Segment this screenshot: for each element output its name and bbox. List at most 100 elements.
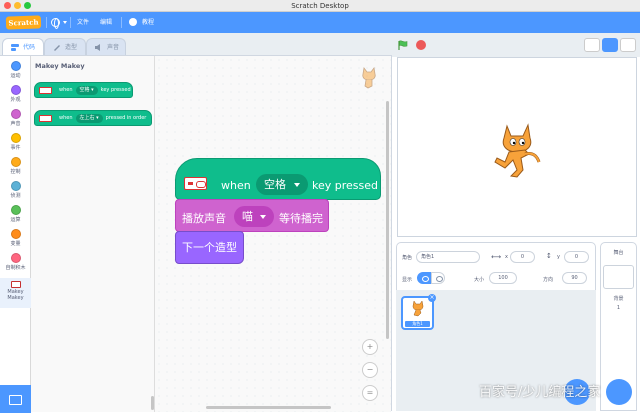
block-text: 等待播完 (279, 212, 323, 225)
block-text: when (59, 87, 73, 93)
sprite-name-input[interactable]: 角色1 (416, 251, 480, 263)
sprite-tile[interactable]: 角色1 × (401, 294, 436, 330)
category-label: Makey Makey (7, 289, 24, 301)
category-label: 声音 (10, 121, 21, 127)
menu-tutorials[interactable]: 教程 (142, 12, 154, 33)
category-sensing[interactable]: 侦测 (0, 178, 31, 202)
lightbulb-icon[interactable] (129, 18, 137, 26)
category-label: 运算 (10, 217, 21, 223)
large-stage-button[interactable] (602, 38, 618, 52)
menu-file[interactable]: 文件 (77, 12, 89, 33)
palette-block-when-pressed-in-order[interactable]: when 左上右 ▾ pressed in order (34, 110, 152, 126)
category-operators[interactable]: 运算 (0, 202, 31, 226)
menu-divider (70, 17, 71, 28)
green-flag-icon[interactable] (398, 40, 408, 50)
category-label: 外观 (10, 97, 21, 103)
zoom-reset-button[interactable]: = (362, 385, 378, 401)
key-dropdown[interactable]: 空格 (256, 174, 308, 195)
small-stage-button[interactable] (584, 38, 600, 52)
key-dropdown[interactable]: 空格 ▾ (75, 86, 98, 95)
minimize-window-button[interactable] (14, 2, 21, 9)
sprite-thumbnail (412, 300, 424, 317)
makey-makey-icon (39, 87, 52, 94)
direction-input[interactable]: 90 (562, 272, 587, 284)
sprite-tile-label: 角色1 (405, 321, 430, 327)
sprite-name-label: 角色 (402, 255, 413, 261)
scratch-cat-sprite[interactable] (491, 118, 543, 178)
menu-divider (46, 17, 47, 28)
zoom-in-button[interactable]: + (362, 339, 378, 355)
close-window-button[interactable] (4, 2, 11, 9)
makey-makey-icon (184, 177, 207, 190)
backdrops-label: 背景 (613, 296, 624, 302)
show-sprite-button[interactable] (417, 272, 431, 284)
scratch-logo[interactable]: Scratch (5, 15, 42, 30)
close-icon[interactable]: × (428, 294, 436, 302)
category-dot (10, 253, 21, 263)
hide-sprite-button[interactable] (431, 272, 445, 284)
maximize-window-button[interactable] (24, 2, 31, 9)
script-horizontal-scrollbar[interactable] (206, 406, 331, 409)
palette-scrollbar[interactable] (151, 396, 154, 410)
tab-sounds[interactable]: 声音 (86, 38, 126, 55)
script-area[interactable]: when 空格 key pressed 播放声音 喵 等待播完 下一个造型 + … (155, 56, 391, 412)
category-dot (10, 61, 21, 71)
menu-divider (121, 17, 122, 28)
category-label: 自制积木 (5, 265, 26, 271)
y-label: y (557, 254, 560, 260)
category-dot (10, 157, 21, 167)
tab-sounds-label: 声音 (107, 44, 120, 51)
y-input[interactable]: 0 (564, 251, 589, 263)
category-motion[interactable]: 运动 (0, 58, 31, 82)
category-menu: 运动 外观 声音 事件 控制 侦测 运算 变量 自制积木 Makey Makey (0, 56, 31, 413)
dropdown-value: 左上右 (79, 115, 95, 121)
category-dot (10, 85, 21, 95)
size-input[interactable]: 100 (489, 272, 517, 284)
script-vertical-scrollbar[interactable] (386, 101, 389, 339)
menu-edit[interactable]: 编辑 (100, 12, 112, 33)
chevron-down-icon[interactable] (63, 21, 67, 24)
add-backdrop-button[interactable] (606, 379, 632, 405)
dropdown-value: 喵 (242, 210, 253, 223)
block-palette: Makey Makey when 空格 ▾ key pressed when 左上右 … (31, 56, 155, 412)
script-block-next-costume[interactable]: 下一个造型 (175, 231, 244, 264)
category-my-blocks[interactable]: 自制积木 (0, 250, 31, 274)
stage-thumbnail[interactable] (603, 265, 634, 289)
block-text: 播放声音 (182, 212, 226, 225)
x-label: x (505, 254, 508, 260)
window-controls (4, 2, 31, 9)
editor-panel: 代码 造型 声音 运动 外观 声音 事件 控制 侦测 运算 变量 自制积木 Ma… (0, 33, 392, 413)
category-makey-makey[interactable]: Makey Makey (0, 278, 31, 308)
category-control[interactable]: 控制 (0, 154, 31, 178)
x-input[interactable]: 0 (510, 251, 535, 263)
dropdown-value: 空格 (264, 178, 286, 191)
show-label: 显示 (402, 277, 413, 283)
sprite-properties: 角色 角色1 ⟷ x 0 ↕ y 0 显示 大小 100 方向 90 (396, 242, 596, 288)
globe-icon[interactable] (51, 18, 60, 29)
palette-block-when-key-pressed[interactable]: when 空格 ▾ key pressed (34, 82, 133, 98)
script-block-when-key-pressed[interactable]: when 空格 key pressed (175, 158, 381, 200)
palette-title: Makey Makey (35, 62, 85, 70)
sound-dropdown[interactable]: 喵 (234, 206, 274, 227)
stop-button[interactable] (416, 40, 426, 50)
tab-costumes[interactable]: 造型 (44, 38, 86, 55)
speaker-icon (95, 44, 100, 51)
add-extension-button[interactable] (0, 385, 31, 413)
window-title: Scratch Desktop (291, 2, 349, 10)
block-text: pressed in order (105, 115, 147, 121)
sequence-dropdown[interactable]: 左上右 ▾ (75, 114, 103, 123)
category-looks[interactable]: 外观 (0, 82, 31, 106)
stage-pane-title: 舞台 (613, 250, 624, 256)
category-variables[interactable]: 变量 (0, 226, 31, 250)
category-sound[interactable]: 声音 (0, 106, 31, 130)
script-block-play-sound-until-done[interactable]: 播放声音 喵 等待播完 (175, 199, 329, 232)
watermark-text: 百家号/少儿编程之家 (479, 385, 601, 400)
tab-code[interactable]: 代码 (2, 38, 44, 55)
fullscreen-button[interactable] (620, 38, 636, 52)
tab-code-label: 代码 (23, 44, 36, 51)
block-text: key pressed (312, 179, 378, 192)
brush-icon (54, 45, 60, 51)
stage-canvas[interactable] (397, 57, 637, 237)
zoom-out-button[interactable]: − (362, 362, 378, 378)
category-events[interactable]: 事件 (0, 130, 31, 154)
